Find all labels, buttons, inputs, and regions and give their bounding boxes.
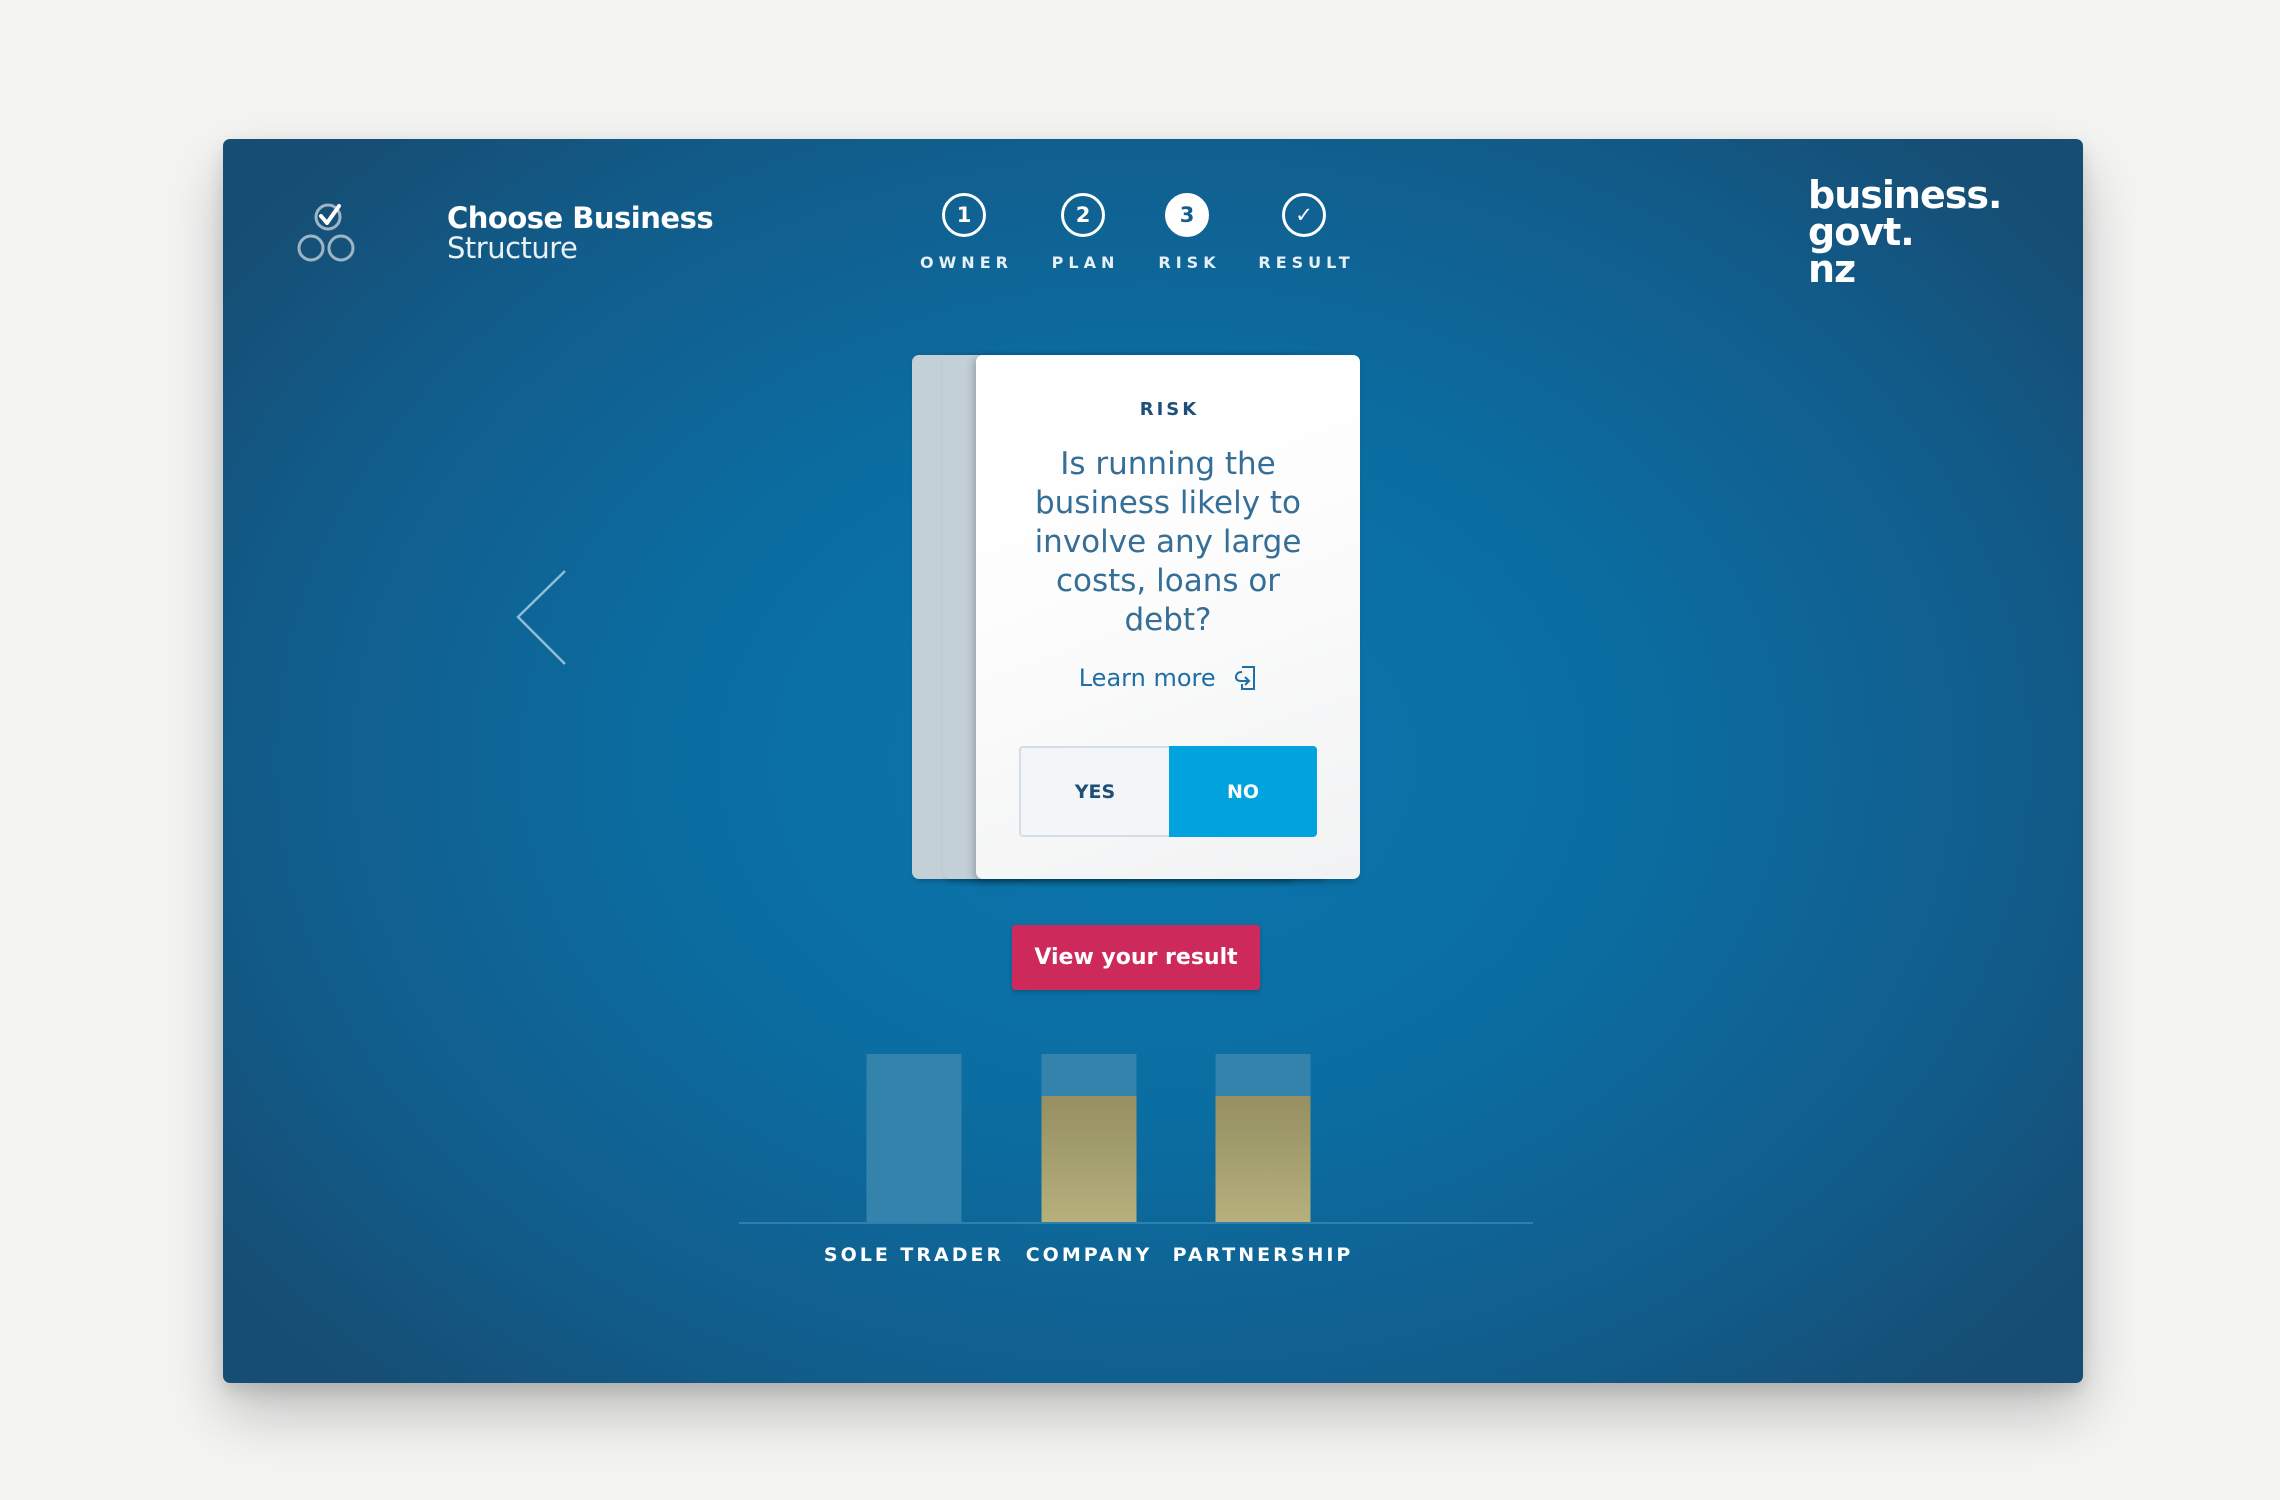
learn-more-label: Learn more <box>1078 664 1216 692</box>
bar-company <box>1041 1096 1137 1222</box>
yes-button[interactable]: YES <box>1019 746 1169 837</box>
bar-partnership <box>1215 1096 1311 1222</box>
answer-toggle: YES NO <box>1019 746 1317 837</box>
step-label: RISK <box>1158 253 1221 272</box>
app-title: Choose Business <box>447 201 714 235</box>
step-label: RESULT <box>1258 253 1355 272</box>
checked-circles-icon <box>297 203 355 262</box>
question-text: Is running the business likely to involv… <box>1034 446 1302 638</box>
main-panel: Choose Business Structure 1 OWNER 2 PLAN… <box>223 139 2083 1383</box>
question-category: RISK <box>1139 399 1200 420</box>
step-plan[interactable]: 2 PLAN <box>1023 193 1143 272</box>
no-button[interactable]: NO <box>1169 746 1317 837</box>
govt-logo-line: govt. <box>1808 210 1915 254</box>
step-label: PLAN <box>1051 253 1120 272</box>
chart-canvas <box>739 1054 1533 1224</box>
govt-logo[interactable]: business. govt. nz <box>1808 173 2002 291</box>
step-number: 3 <box>1165 193 1209 237</box>
question-card: RISK Is running the business likely to i… <box>976 355 1360 879</box>
structure-score-chart: SOLE TRADER COMPANY PARTNERSHIP <box>739 1039 1533 1279</box>
govt-logo-line: nz <box>1808 247 1856 291</box>
view-result-button[interactable]: View your result <box>1012 925 1260 990</box>
app-subtitle: Structure <box>447 231 578 265</box>
bar-track <box>866 1054 962 1222</box>
learn-more-link[interactable]: Learn more <box>976 663 1360 692</box>
step-risk[interactable]: 3 RISK <box>1127 193 1247 272</box>
step-number: 2 <box>1061 193 1105 237</box>
govt-logo-line: business. <box>1808 173 2002 217</box>
x-tick-label: SOLE TRADER <box>823 1244 1005 1266</box>
step-owner[interactable]: 1 OWNER <box>904 193 1024 272</box>
previous-question-button[interactable] <box>513 566 573 670</box>
external-link-icon <box>1235 666 1256 690</box>
step-result[interactable]: ✓ RESULT <box>1244 193 1364 272</box>
step-label: OWNER <box>920 253 1013 272</box>
check-icon: ✓ <box>1282 193 1326 237</box>
x-tick-label: PARTNERSHIP <box>1172 1244 1354 1266</box>
step-number: 1 <box>942 193 986 237</box>
x-tick-label: COMPANY <box>1025 1244 1153 1266</box>
chevron-left-icon <box>516 570 566 665</box>
